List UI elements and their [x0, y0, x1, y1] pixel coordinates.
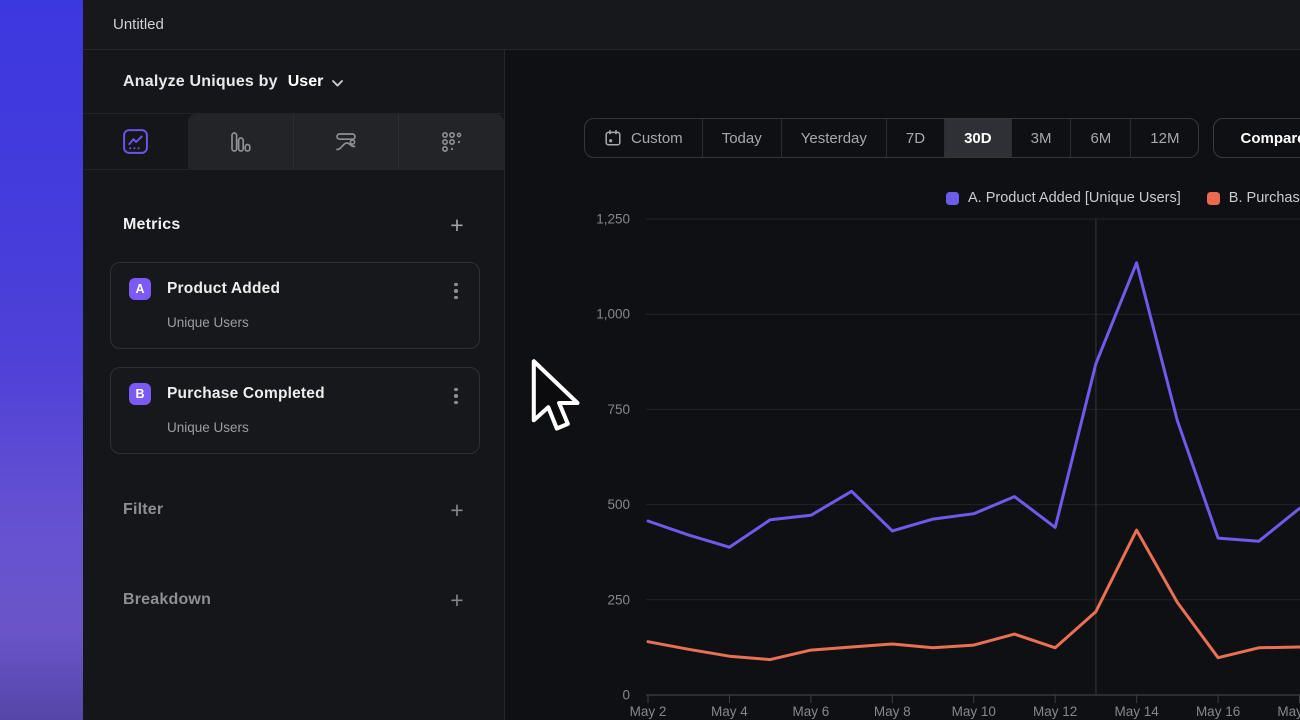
x-axis-tick-label: May 18 — [1277, 704, 1300, 719]
line-chart-plot[interactable]: 0 250 500 750 1,000 1,250 May 2 May 4 May 6 May 8… — [0, 0, 1300, 720]
x-axis-tick-label: May 10 — [952, 704, 996, 719]
x-axis-tick-label: May 12 — [1033, 704, 1077, 719]
x-axis-tick-label: May 8 — [874, 704, 911, 719]
x-axis-tick-label: May 16 — [1196, 704, 1240, 719]
x-axis-tick-label: May 4 — [711, 704, 748, 719]
series-line-b — [648, 530, 1300, 660]
y-axis-tick-label: 1,250 — [596, 212, 630, 227]
x-axis-tick-label: May 14 — [1114, 704, 1159, 719]
y-axis-tick-label: 500 — [607, 497, 630, 512]
y-axis-tick-label: 750 — [607, 402, 630, 417]
y-axis-tick-label: 250 — [607, 592, 630, 607]
x-axis-tick-label: May 2 — [630, 704, 667, 719]
x-axis-tick-label: May 6 — [792, 704, 829, 719]
y-axis-tick-label: 1,000 — [596, 307, 630, 322]
y-axis-tick-label: 0 — [622, 688, 630, 703]
